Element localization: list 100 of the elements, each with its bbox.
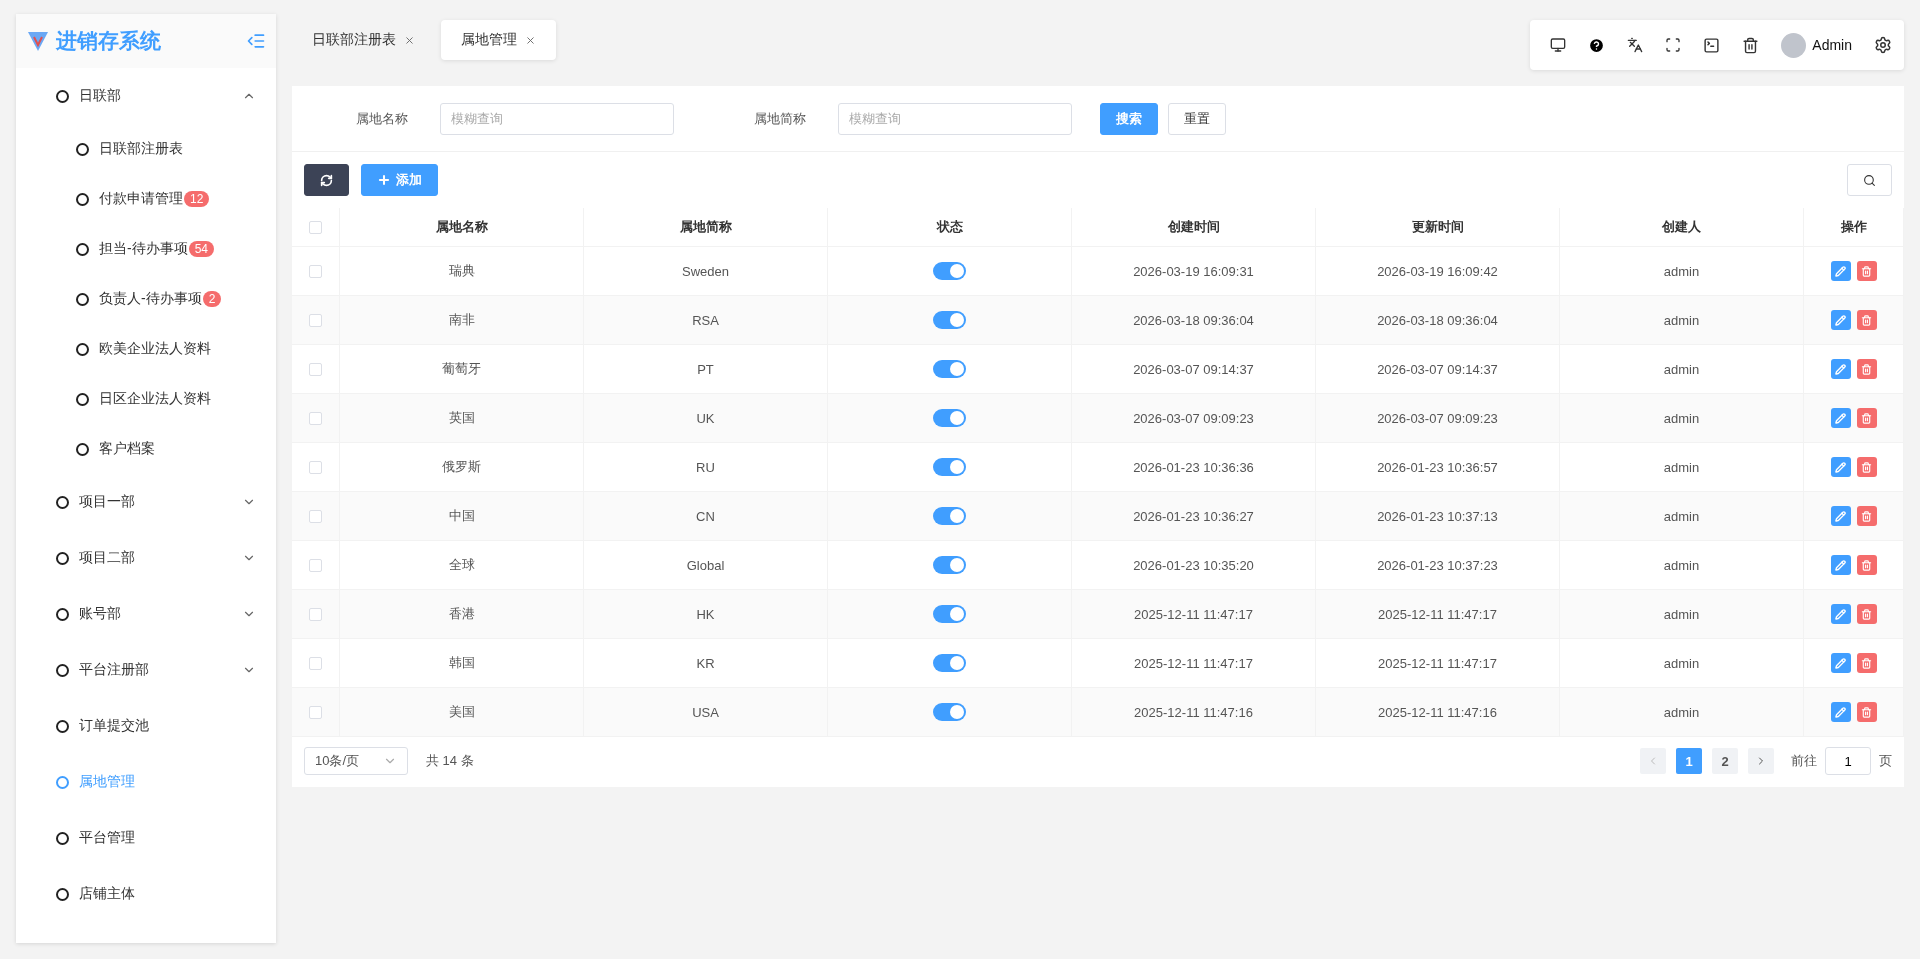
circle-icon — [76, 442, 89, 456]
sidebar-item[interactable]: 平台管理 — [16, 810, 276, 866]
sidebar-item[interactable]: 付款申请管理 12 — [16, 174, 276, 224]
table-cell: 2026-03-07 09:14:37 — [1316, 345, 1560, 394]
delete-button[interactable] — [1856, 653, 1877, 673]
page-tab[interactable]: 属地管理 — [441, 20, 556, 60]
delete-button[interactable] — [1856, 310, 1877, 330]
delete-button[interactable] — [1856, 604, 1877, 624]
sidebar-item[interactable]: 日联部注册表 — [16, 124, 276, 174]
input-field[interactable]: 模糊查询 — [440, 102, 674, 135]
edit-button[interactable] — [1830, 555, 1851, 575]
sidebar-item[interactable]: 客户档案 — [16, 424, 276, 474]
collapse-menu-icon[interactable] — [246, 31, 266, 51]
status-switch[interactable] — [933, 507, 966, 525]
input-field[interactable]: 模糊查询 — [838, 102, 1072, 135]
monitor-icon[interactable] — [1550, 37, 1567, 53]
sidebar-item[interactable]: 平台注册部 — [16, 642, 276, 698]
pencil-icon — [1835, 314, 1846, 326]
sidebar-item[interactable]: 项目二部 — [16, 530, 276, 586]
edit-button[interactable] — [1830, 702, 1851, 722]
edit-button[interactable] — [1830, 457, 1851, 477]
checkbox[interactable] — [309, 558, 322, 572]
status-switch[interactable] — [933, 654, 966, 672]
sidebar-item[interactable]: 日联部 — [16, 68, 276, 124]
delete-button[interactable] — [1856, 457, 1877, 477]
table-cell: admin — [1560, 247, 1804, 296]
table-cell: UK — [584, 394, 828, 443]
close-icon[interactable] — [404, 34, 415, 46]
sidebar-item[interactable]: 负责人-待办事项 2 — [16, 274, 276, 324]
table-cell: 2026-01-23 10:36:27 — [1072, 492, 1316, 541]
delete-button[interactable] — [1856, 506, 1877, 526]
edit-button[interactable] — [1830, 310, 1851, 330]
page-size-select[interactable]: 10条/页 — [304, 747, 408, 775]
trash-icon[interactable] — [1742, 36, 1760, 54]
edit-button[interactable] — [1830, 653, 1851, 673]
trash-icon — [1861, 559, 1872, 571]
checkbox[interactable] — [309, 313, 322, 327]
checkbox[interactable] — [309, 607, 322, 621]
edit-button[interactable] — [1830, 506, 1851, 526]
circle-icon — [76, 292, 89, 306]
table-cell: RU — [584, 443, 828, 492]
edit-button[interactable] — [1830, 604, 1851, 624]
checkbox[interactable] — [309, 362, 322, 376]
checkbox[interactable] — [309, 220, 322, 234]
edit-button[interactable] — [1830, 408, 1851, 428]
status-switch[interactable] — [933, 556, 966, 574]
circle-icon — [56, 89, 69, 103]
column-header: 属地简称 — [584, 208, 828, 247]
table-cell: admin — [1560, 394, 1804, 443]
trash-icon — [1861, 461, 1872, 473]
table-cell: 2025-12-11 11:47:17 — [1072, 590, 1316, 639]
sidebar-item[interactable]: 店铺主体 — [16, 866, 276, 922]
checkbox[interactable] — [309, 411, 322, 425]
checkbox[interactable] — [309, 509, 322, 523]
table-cell: 2026-03-19 16:09:31 — [1072, 247, 1316, 296]
column-header: 更新时间 — [1316, 208, 1560, 247]
delete-button[interactable] — [1856, 408, 1877, 428]
status-switch[interactable] — [933, 360, 966, 378]
fullscreen-icon[interactable] — [1665, 37, 1682, 53]
filter-label: 属地名称 — [356, 109, 408, 128]
settings-icon[interactable] — [1874, 36, 1892, 54]
table-cell: 2026-01-23 10:35:20 — [1072, 541, 1316, 590]
terminal-icon[interactable] — [1703, 36, 1721, 54]
checkbox[interactable] — [309, 460, 322, 474]
status-switch[interactable] — [933, 605, 966, 623]
user-menu[interactable]: Admin — [1781, 32, 1852, 58]
delete-button[interactable] — [1856, 261, 1877, 281]
refresh-icon — [320, 173, 333, 187]
page-input[interactable]: 1 — [1825, 747, 1871, 775]
delete-button[interactable] — [1856, 555, 1877, 575]
column-header: 创建人 — [1560, 208, 1804, 247]
close-icon[interactable] — [525, 34, 536, 46]
circle-icon — [76, 192, 89, 206]
help-icon[interactable] — [1588, 36, 1606, 54]
checkbox[interactable] — [309, 264, 322, 278]
edit-button[interactable] — [1830, 261, 1851, 281]
edit-button[interactable] — [1830, 359, 1851, 379]
page-tab[interactable]: 日联部注册表 — [292, 20, 435, 60]
trash-icon — [1861, 265, 1872, 277]
reset-button[interactable]: 重置 — [1168, 102, 1226, 135]
status-switch[interactable] — [933, 703, 966, 721]
sidebar-item[interactable]: 项目一部 — [16, 474, 276, 530]
sidebar-item[interactable]: 欧美企业法人资料 — [16, 324, 276, 374]
search-toggle-button[interactable] — [1847, 164, 1892, 196]
page-button[interactable]: 2 — [1712, 748, 1738, 774]
delete-button[interactable] — [1856, 702, 1877, 722]
checkbox[interactable] — [309, 705, 322, 719]
status-switch[interactable] — [933, 262, 966, 280]
refresh-button[interactable] — [304, 164, 349, 196]
status-switch[interactable] — [933, 458, 966, 476]
status-switch[interactable] — [933, 311, 966, 329]
checkbox[interactable] — [309, 656, 322, 670]
sidebar-item[interactable]: 账号部 — [16, 586, 276, 642]
delete-button[interactable] — [1856, 359, 1877, 379]
status-switch[interactable] — [933, 409, 966, 427]
sidebar-item[interactable]: 担当-待办事项 54 — [16, 224, 276, 274]
table-cell: 美国 — [340, 688, 584, 737]
translate-icon[interactable] — [1627, 37, 1644, 53]
sidebar-item[interactable]: 日区企业法人资料 — [16, 374, 276, 424]
sidebar-item[interactable]: 订单提交池 — [16, 698, 276, 754]
